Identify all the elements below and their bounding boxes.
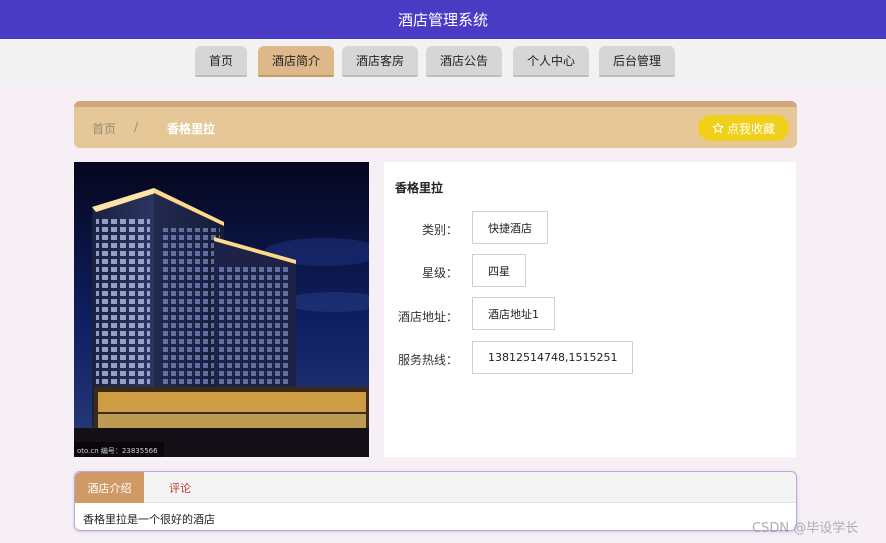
detail-tabs: 酒店介绍 评论 香格里拉是一个很好的酒店 (74, 471, 797, 531)
nav-personal-center-button[interactable]: 个人中心 (513, 46, 589, 77)
category-value: 快捷酒店 (472, 211, 548, 244)
breadcrumb: 首页 / 香格里拉 点我收藏 (74, 101, 797, 148)
address-label: 酒店地址： (397, 310, 458, 324)
tab-hotel-intro[interactable]: 酒店介绍 (75, 472, 144, 503)
nav-hotel-intro-button[interactable]: 酒店简介 (258, 46, 334, 77)
favorite-button-label: 点我收藏 (726, 121, 775, 136)
category-label: 类别： (421, 223, 458, 237)
nav-hotel-notices-button[interactable]: 酒店公告 (426, 46, 502, 77)
nav-home-button[interactable]: 首页 (195, 46, 247, 77)
tab-comments[interactable]: 评论 (155, 472, 205, 503)
nav-admin-button[interactable]: 后台管理 (599, 46, 675, 77)
photo-watermark-text: oto.cn 编号：23835566 (77, 446, 158, 455)
app-header: 酒店管理系统 (0, 0, 886, 39)
hotline-value: 13812514748,1515251 (472, 341, 634, 374)
tab-content-text: 香格里拉是一个很好的酒店 (83, 513, 215, 526)
favorite-button[interactable]: 点我收藏 (698, 115, 789, 141)
hotel-photo: oto.cn 编号：23835566 (74, 162, 369, 457)
hotline-label: 服务热线： (397, 353, 458, 367)
breadcrumb-current: 香格里拉 (167, 122, 216, 136)
hotel-name: 香格里拉 (395, 181, 444, 195)
star-level-label: 星级： (421, 266, 458, 280)
star-level-value: 四星 (472, 254, 526, 287)
csdn-watermark: CSDN @毕设学长 (752, 521, 859, 536)
breadcrumb-home-link[interactable]: 首页 (92, 120, 116, 137)
tab-strip: 酒店介绍 评论 (75, 472, 796, 503)
star-outline-icon (712, 122, 724, 133)
top-nav: 首页 酒店简介 酒店客房 酒店公告 个人中心 后台管理 (0, 39, 886, 85)
hotel-info-card: 香格里拉 类别： 快捷酒店 星级： 四星 酒店地址： 酒店地址1 服务热线： 1… (384, 162, 796, 457)
breadcrumb-separator: / (134, 120, 139, 134)
nav-hotel-rooms-button[interactable]: 酒店客房 (342, 46, 418, 77)
address-value: 酒店地址1 (472, 297, 555, 330)
app-title: 酒店管理系统 (397, 11, 488, 29)
